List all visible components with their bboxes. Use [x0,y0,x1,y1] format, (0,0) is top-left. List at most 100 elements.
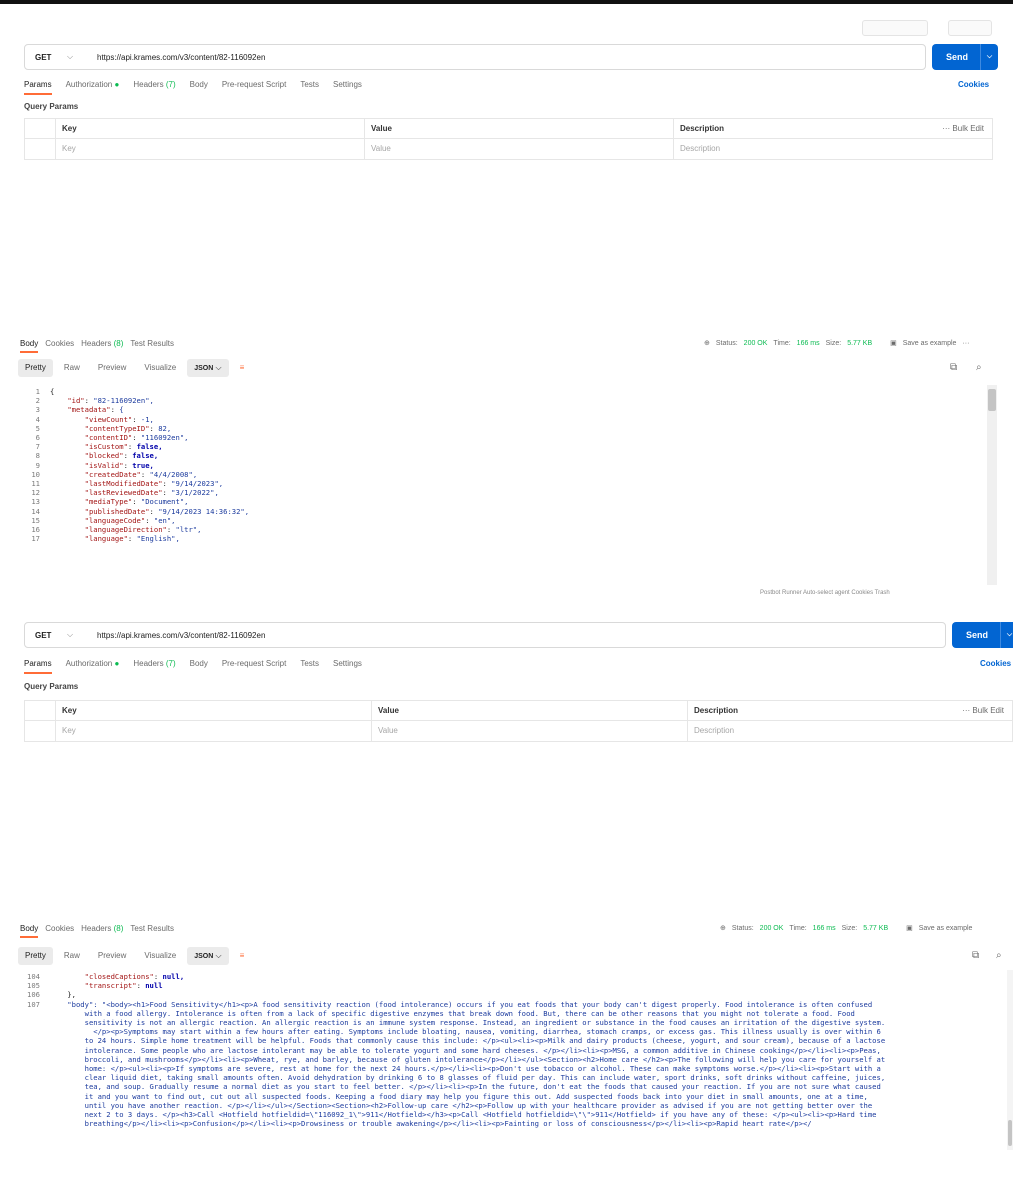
send-button[interactable]: Send ⌵ [952,622,1013,648]
view-pretty[interactable]: Pretty [18,947,53,965]
tab-tests[interactable]: Tests [300,80,319,95]
send-label[interactable]: Send [932,44,980,70]
tab-label: Headers [133,659,164,668]
chevron-down-icon[interactable]: ⌵ [67,630,97,640]
tab-response-body[interactable]: Body [20,339,39,353]
url-input[interactable]: https://api.krames.com/v3/content/82-116… [97,53,265,62]
chevron-down-icon[interactable]: ⌵ [1000,622,1013,648]
format-select[interactable]: JSON ⌵ [187,359,229,377]
view-raw[interactable]: Raw [57,947,87,965]
line-number: 107 [27,999,40,1009]
key-input[interactable]: Key [55,721,76,741]
tab-authorization[interactable]: Authorization ● [66,659,120,674]
tab-settings[interactable]: Settings [333,659,362,674]
tab-response-body[interactable]: Body [20,924,39,938]
response-code-view[interactable]: 104 "closedCaptions": null, 105 "transcri… [18,970,995,1150]
tab-body[interactable]: Body [190,659,208,674]
tab-test-results[interactable]: Test Results [130,924,174,938]
chevron-down-icon[interactable]: ⌵ [67,52,97,62]
query-params-title: Query Params [24,102,79,111]
chevron-down-icon[interactable]: ⌵ [980,44,998,70]
tab-response-headers[interactable]: Headers (8) [81,924,123,938]
key-input[interactable]: Key [55,139,76,159]
tab-params[interactable]: Params [24,659,52,674]
query-params-table: Key Value Description ··· Bulk Edit Key … [24,118,993,160]
cookies-link[interactable]: Cookies [980,659,1011,668]
copy-icon[interactable]: ⧉ [972,950,979,961]
save-icon[interactable]: ▣ [906,924,913,932]
ghost-control [948,20,992,36]
auth-status-dot: ● [114,80,120,89]
scrollbar[interactable] [1007,970,1013,1150]
tab-body[interactable]: Body [190,80,208,95]
description-header: Description [687,701,738,721]
tab-headers[interactable]: Headers (7) [133,80,175,95]
description-input[interactable]: Description [673,139,720,159]
tab-response-cookies[interactable]: Cookies [45,924,74,938]
tab-params[interactable]: Params [24,80,52,95]
code-line: "isCustom": false, [84,442,163,452]
save-as-example-button[interactable]: Save as example [919,925,973,932]
response-code-view[interactable]: 1 {2 "id": "82-116092en", 3 "metadata": {4… [18,385,995,585]
cookies-link[interactable]: Cookies [958,80,989,89]
bulk-edit-label: Bulk Edit [972,706,1004,715]
code-line: "blocked": false, [84,451,159,461]
table-row: Key Value Description [25,139,992,159]
tab-settings[interactable]: Settings [333,80,362,95]
tab-response-cookies[interactable]: Cookies [45,339,74,353]
tab-pre-request-script[interactable]: Pre-request Script [222,659,286,674]
url-bar[interactable]: GET ⌵ https://api.krames.com/v3/content/… [24,622,946,648]
save-as-example-button[interactable]: Save as example [903,340,957,347]
tab-test-results[interactable]: Test Results [130,339,174,353]
ghost-control [862,20,928,36]
wrap-lines-icon[interactable]: ≡ [233,947,252,965]
method-select[interactable]: GET [25,53,67,62]
view-preview[interactable]: Preview [91,359,133,377]
scrollbar[interactable] [987,385,997,585]
value-input[interactable]: Value [364,139,391,159]
tab-authorization[interactable]: Authorization ● [66,80,120,95]
send-label[interactable]: Send [952,622,1000,648]
url-bar[interactable]: GET ⌵ https://api.krames.com/v3/content/… [24,44,926,70]
code-line: tea, and soup. Gradually resume a normal… [50,1082,881,1092]
tab-tests[interactable]: Tests [300,659,319,674]
format-select[interactable]: JSON ⌵ [187,947,229,965]
tab-pre-request-script[interactable]: Pre-request Script [222,80,286,95]
send-button[interactable]: Send ⌵ [932,44,999,70]
code-line: { [50,387,55,396]
description-input[interactable]: Description [687,721,734,741]
method-select[interactable]: GET [25,631,67,640]
bulk-edit-button[interactable]: ··· Bulk Edit [962,701,1004,721]
code-line: }, [50,990,76,1000]
scrollbar-thumb[interactable] [1008,1120,1012,1146]
code-line: sensitivity is not an allergic reaction.… [50,1018,886,1027]
bulk-edit-button[interactable]: ··· Bulk Edit [942,119,984,139]
view-preview[interactable]: Preview [91,947,133,965]
auth-status-dot: ● [114,659,120,668]
tab-response-headers[interactable]: Headers (8) [81,339,123,353]
headers-count: (7) [165,659,176,668]
view-raw[interactable]: Raw [57,359,87,377]
view-tabs: Pretty Raw Preview Visualize JSON ⌵ ≡ [18,947,251,965]
headers-count: (7) [165,80,176,89]
view-pretty[interactable]: Pretty [18,359,53,377]
scrollbar-thumb[interactable] [988,389,996,411]
code-line: it and you want to find out, cut out all… [50,1091,868,1101]
view-visualize[interactable]: Visualize [137,359,183,377]
save-icon[interactable]: ▣ [890,339,897,347]
line-number: 4 [35,414,40,424]
code-line: "body": "<body><h1>Food Sensitivity</h1>… [50,999,873,1009]
wrap-lines-icon[interactable]: ≡ [233,359,252,377]
search-icon[interactable]: ⌕ [996,950,1002,961]
copy-icon[interactable]: ⧉ [950,362,957,373]
search-icon[interactable]: ⌕ [976,362,982,373]
key-header: Key [55,119,77,139]
code-line: "contentID": "116092en", [84,433,189,442]
more-icon[interactable]: ··· [962,340,969,347]
tab-headers[interactable]: Headers (7) [133,659,175,674]
time-value: 166 ms [796,339,820,347]
line-number: 106 [27,990,40,1000]
view-visualize[interactable]: Visualize [137,947,183,965]
value-input[interactable]: Value [371,721,398,741]
url-input[interactable]: https://api.krames.com/v3/content/82-116… [97,631,265,640]
